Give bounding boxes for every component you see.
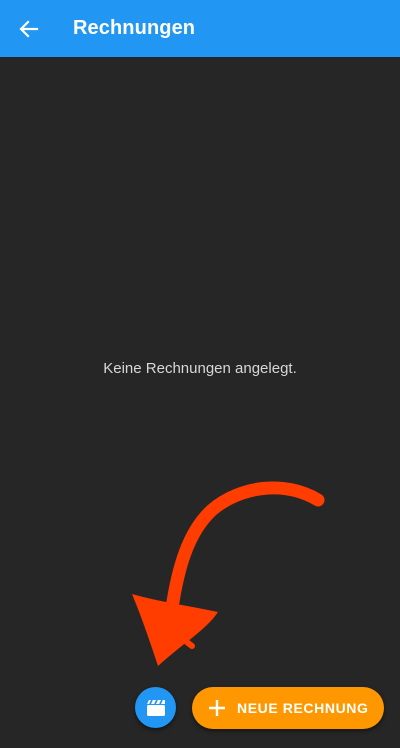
video-tutorial-button[interactable] xyxy=(135,687,176,728)
plus-icon xyxy=(209,700,225,716)
empty-state-message: Keine Rechnungen angelegt. xyxy=(103,360,297,377)
clapperboard-icon xyxy=(146,699,165,716)
new-invoice-button[interactable]: NEUE RECHNUNG xyxy=(192,687,384,729)
hand-drawn-arrow-icon xyxy=(132,481,325,666)
page-title: Rechnungen xyxy=(73,17,196,39)
new-invoice-label: NEUE RECHNUNG xyxy=(237,700,369,716)
screen: Rechnungen Keine Rechnungen angelegt. NE… xyxy=(0,0,400,748)
back-button[interactable] xyxy=(12,12,45,45)
app-bar: Rechnungen xyxy=(0,0,400,57)
arrow-left-icon xyxy=(18,19,38,38)
